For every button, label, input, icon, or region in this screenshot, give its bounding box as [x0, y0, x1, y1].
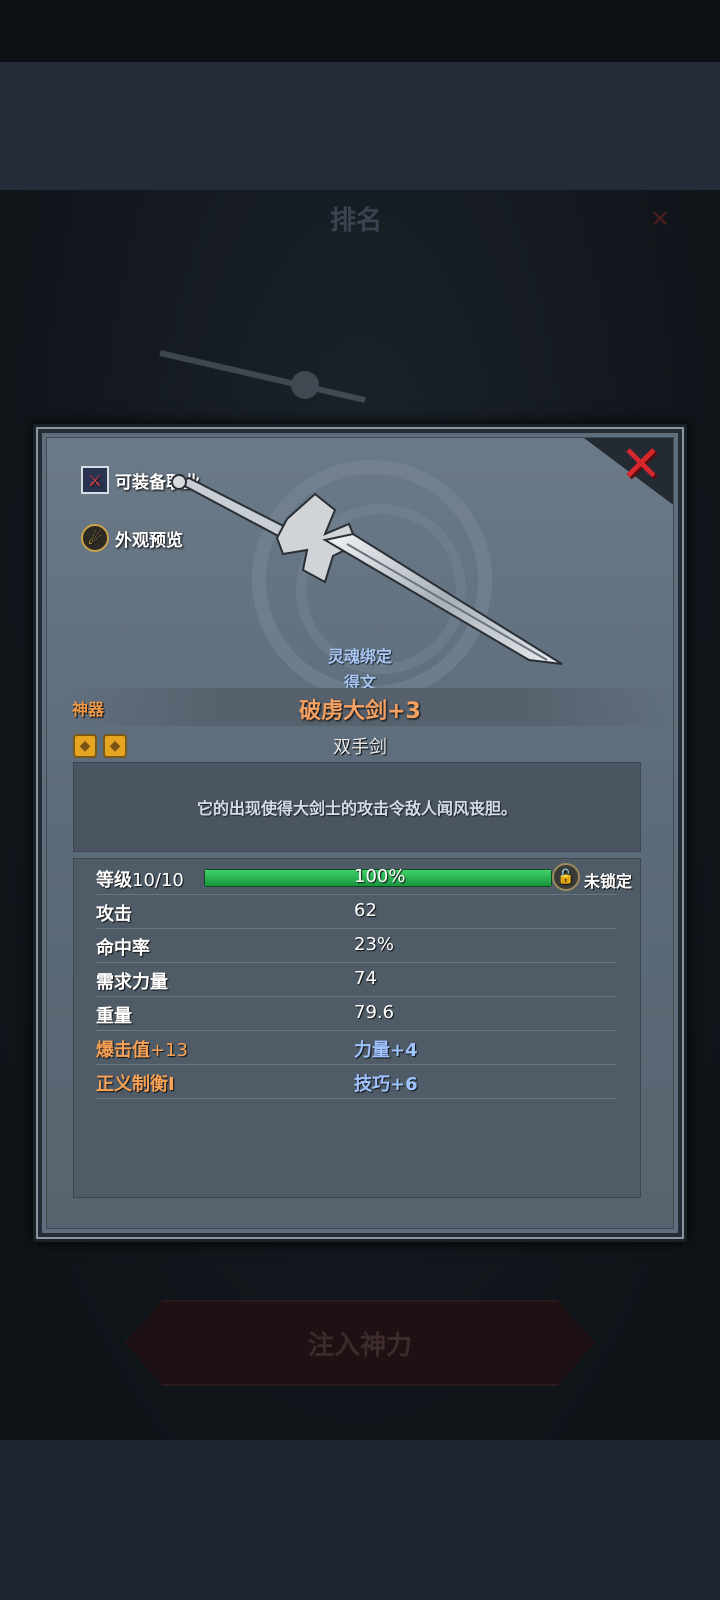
background-sword-icon: [159, 350, 366, 403]
stat-row-attack: 攻击 62: [96, 895, 616, 929]
stat-label: 攻击: [96, 904, 132, 925]
stat-row-justice: 正义制衡I 技巧+6: [96, 1065, 616, 1099]
close-button[interactable]: ✕: [615, 438, 667, 490]
stat-value: 23%: [354, 934, 395, 955]
appearance-icon: ☄: [81, 524, 109, 552]
level-row: 等级10/10 100% 🔓 未锁定: [96, 861, 632, 895]
soul-bound-label: 灵魂绑定: [327, 647, 392, 666]
background-close-icon: ✕: [650, 205, 671, 233]
item-description-box: 它的出现使得大剑士的攻击令敌人闻风丧胆。: [73, 762, 641, 852]
bonus-value: 力量+4: [354, 1040, 418, 1061]
background-footer: [0, 1440, 720, 1600]
stat-value: 79.6: [354, 1002, 395, 1023]
item-name: 破虏大剑+3: [299, 699, 421, 724]
stat-row-required-str: 需求力量 74: [96, 963, 616, 997]
jobs-icon: ⚔: [81, 466, 109, 494]
level-value: 10/10: [132, 870, 184, 891]
lock-status-label: 未锁定: [584, 872, 633, 891]
panel-content: ⚔ 可装备职业 ☄ 外观预览 ✕ 灵魂绑定 得文 神器 破虏大剑+3 ◆ ◆ 双…: [46, 437, 674, 1229]
exp-percent: 100%: [354, 866, 406, 887]
inject-power-button: 注入神力: [125, 1300, 595, 1386]
stat-value: 74: [354, 968, 377, 989]
level-label: 等级10/10: [96, 870, 184, 891]
status-bar-area: [0, 0, 720, 62]
stats-box: 等级10/10 100% 🔓 未锁定 攻击 62 命中率 23% 需求力量 74: [73, 858, 641, 1198]
stat-row-accuracy: 命中率 23%: [96, 929, 616, 963]
stat-label: 重量: [96, 1006, 132, 1027]
stat-label: 需求力量: [96, 972, 168, 993]
background-header: [0, 62, 720, 190]
bonus-value: 技巧+6: [354, 1074, 418, 1095]
item-description: 它的出现使得大剑士的攻击令敌人闻风丧胆。: [196, 799, 517, 818]
item-detail-panel: ⚔ 可装备职业 ☄ 外观预览 ✕ 灵魂绑定 得文 神器 破虏大剑+3 ◆ ◆ 双…: [33, 424, 687, 1242]
stat-row-weight: 重量 79.6: [96, 997, 616, 1031]
stat-value: 62: [354, 900, 377, 921]
stat-row-crit: 爆击值+13 力量+4: [96, 1031, 616, 1065]
stat-label: 命中率: [96, 938, 150, 959]
lock-icon[interactable]: 🔓: [552, 863, 580, 891]
bonus-label: 爆击值+13: [96, 1040, 188, 1061]
inject-power-label: 注入神力: [307, 1330, 412, 1361]
bonus-label: 正义制衡I: [96, 1074, 175, 1095]
item-type-label: 双手剑: [333, 737, 387, 758]
background-title: 排名: [330, 206, 383, 236]
bonus-label-suffix: +13: [150, 1040, 188, 1061]
